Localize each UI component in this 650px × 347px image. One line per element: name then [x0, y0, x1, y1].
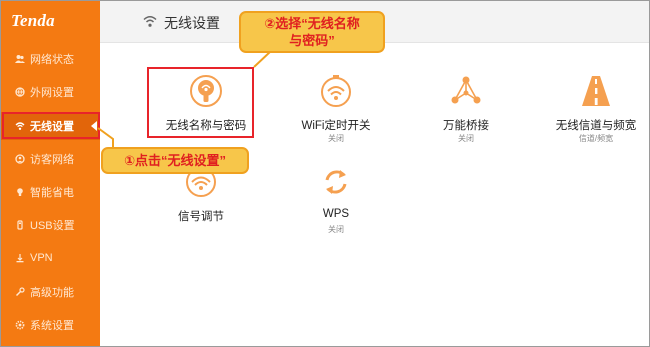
tile-label: 无线信道与频宽	[555, 120, 637, 132]
sidebar-item-label: 访客网络	[30, 154, 74, 166]
gear-icon	[14, 320, 25, 331]
tile-label: 万能桥接	[443, 120, 489, 132]
sidebar-item-vpn[interactable]: VPN	[1, 244, 100, 272]
tile-status: 关闭	[328, 225, 344, 234]
callout-step-2: ②选择“无线名称 与密码”	[239, 11, 385, 53]
highlight-box-name-password	[147, 67, 254, 138]
sidebar-item-label: 外网设置	[30, 87, 74, 99]
sidebar-item-wan-settings[interactable]: 外网设置	[1, 78, 100, 106]
callout-step-2-line1: ②选择“无线名称	[264, 16, 360, 31]
sidebar: Tenda 网络状态 外网设置 无线设置 访客网络 智能省电 USB设置 VPN	[1, 1, 100, 346]
wifi-schedule-icon	[321, 75, 351, 107]
tile-label: WPS	[322, 208, 350, 220]
sidebar-item-network-status[interactable]: 网络状态	[1, 45, 100, 73]
router-admin-window: Tenda 网络状态 外网设置 无线设置 访客网络 智能省电 USB设置 VPN	[0, 0, 650, 347]
sidebar-item-system-settings[interactable]: 系统设置	[1, 311, 100, 339]
tile-wireless-channel-bandwidth[interactable]: 无线信道与频宽 信道/频宽	[541, 73, 649, 153]
wifi-icon	[143, 16, 157, 27]
sidebar-item-label: 网络状态	[30, 54, 74, 66]
bulb-icon	[14, 187, 25, 198]
tile-status: 信道/频宽	[578, 134, 614, 143]
tile-wps[interactable]: WPS 关闭	[281, 164, 391, 244]
channel-road-icon	[582, 76, 610, 106]
guest-icon	[14, 154, 25, 165]
callout-step-1: ①点击“无线设置”	[101, 147, 249, 174]
tile-status: 关闭	[328, 134, 344, 143]
tile-universal-bridge[interactable]: 万能桥接 关闭	[411, 73, 521, 153]
globe-icon	[14, 87, 25, 98]
tile-status: 关闭	[458, 134, 474, 143]
tile-label: WiFi定时开关	[301, 120, 371, 132]
vpn-icon	[14, 253, 25, 264]
page-title: 无线设置	[164, 15, 220, 31]
tools-icon	[14, 287, 25, 298]
usb-icon	[14, 220, 25, 231]
sidebar-item-guest-network[interactable]: 访客网络	[1, 145, 100, 173]
wps-icon	[325, 170, 347, 194]
callout-step-2-line2: 与密码”	[289, 33, 335, 48]
tenda-logo: Tenda	[11, 11, 55, 30]
bridge-icon	[451, 76, 481, 104]
sidebar-item-usb-settings[interactable]: USB设置	[1, 211, 100, 239]
sidebar-item-label: 高级功能	[30, 287, 74, 299]
tile-wifi-schedule[interactable]: WiFi定时开关 关闭	[281, 73, 391, 153]
sidebar-item-power-saving[interactable]: 智能省电	[1, 178, 100, 206]
highlight-box-sidebar	[2, 112, 100, 139]
sidebar-item-label: 智能省电	[30, 187, 74, 199]
callout-step-1-text: ①点击“无线设置”	[123, 153, 226, 168]
sidebar-item-label: VPN	[30, 252, 53, 264]
sidebar-item-label: 系统设置	[30, 320, 74, 332]
tile-signal-adjust[interactable]: 信号调节	[146, 164, 256, 244]
sidebar-item-label: USB设置	[30, 220, 75, 232]
users-icon	[14, 54, 25, 65]
tile-label: 信号调节	[178, 211, 224, 223]
sidebar-item-advanced[interactable]: 高级功能	[1, 278, 100, 306]
